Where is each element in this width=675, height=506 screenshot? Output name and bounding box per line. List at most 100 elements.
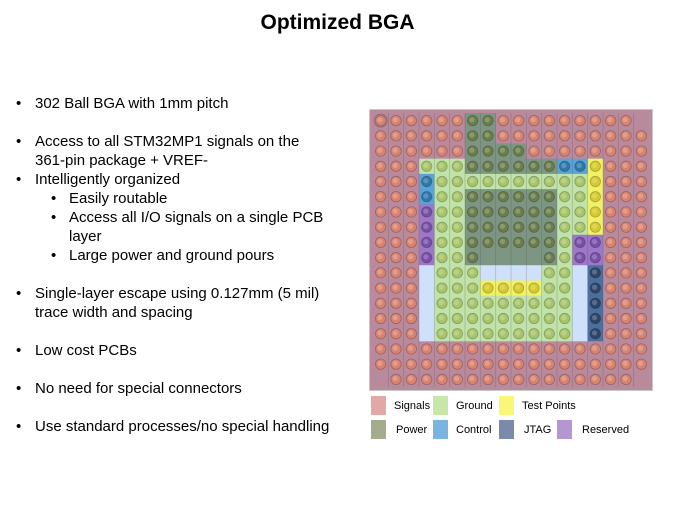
bga-ball-highlight — [637, 238, 644, 245]
bga-ball-highlight — [622, 132, 628, 138]
bga-ball-highlight — [469, 238, 475, 245]
bga-ball-highlight — [622, 375, 628, 382]
bga-ball-highlight — [392, 360, 398, 366]
bga-ball-highlight — [545, 254, 552, 260]
bga-ball-highlight — [561, 208, 567, 214]
bga-ball-highlight — [591, 315, 598, 321]
bullet-dot-icon: • — [16, 418, 22, 435]
bga-ball-highlight — [499, 315, 506, 321]
bga-ball-highlight — [453, 299, 460, 306]
bga-ball-highlight — [499, 208, 506, 214]
bga-ball-highlight — [438, 193, 444, 199]
bga-ball-highlight — [377, 254, 383, 260]
bga-ball-highlight — [484, 208, 490, 214]
bga-ball-highlight — [591, 360, 598, 366]
bga-ball-highlight — [637, 284, 644, 290]
bullet-dot-icon: • — [51, 209, 57, 226]
bga-ball-highlight — [484, 315, 490, 321]
bga-ball-highlight — [607, 315, 613, 321]
bga-ball-highlight — [453, 360, 460, 366]
bullet-dot-icon: • — [16, 95, 22, 112]
bga-ball-highlight — [377, 223, 383, 229]
bga-ball-highlight — [561, 223, 567, 229]
bullet-text: Access to all STM32MP1 signals on the — [35, 133, 300, 150]
bga-ball-highlight — [453, 178, 460, 184]
bga-ball-highlight — [545, 299, 552, 306]
bga-cell-empty-unused-area- — [526, 265, 543, 281]
bullet-item: • No need for special connectors — [16, 379, 361, 398]
bga-ball-highlight — [561, 254, 567, 260]
bga-ball-highlight — [607, 360, 613, 366]
bga-ball-highlight — [392, 284, 398, 290]
bga-ball-highlight — [515, 132, 521, 138]
bga-ball-highlight — [545, 345, 552, 351]
bullet-text: No need for special connectors — [35, 380, 242, 397]
slide-title: Optimized BGA — [260, 11, 415, 34]
legend-swatch — [433, 396, 448, 415]
sub-bullet-item: • Access all I/O signals on a single PCB — [16, 208, 361, 227]
bga-cell-empty-unused-area- — [419, 295, 435, 312]
bullet-item: • Low cost PCBs — [16, 341, 361, 360]
bga-ball-highlight — [561, 238, 567, 245]
bga-ball-highlight — [576, 178, 582, 184]
bullet-text: Access all I/O signals on a single PCB — [69, 209, 324, 226]
bga-ball-highlight — [576, 345, 582, 351]
bullet-spacer — [16, 265, 361, 284]
bga-ball-highlight — [407, 193, 414, 199]
bga-cell-no-ball — [633, 113, 650, 129]
bga-ball-highlight — [591, 147, 598, 153]
bga-ball-highlight — [561, 299, 567, 306]
bga-ball-highlight — [407, 330, 414, 336]
bga-ball-highlight — [591, 162, 598, 169]
bga-ball-highlight — [438, 299, 444, 306]
bga-ball-highlight — [545, 269, 552, 275]
bga-ball-highlight — [407, 299, 414, 306]
bga-ball-highlight — [407, 147, 414, 153]
bga-ball-highlight — [407, 238, 414, 245]
bga-ball-highlight — [392, 162, 398, 169]
bga-ball-highlight — [407, 269, 414, 275]
bga-ball-highlight — [515, 223, 521, 229]
bga-cell-empty-unused-area- — [572, 310, 589, 327]
bga-ball-highlight — [591, 193, 598, 199]
bullet-text: layer — [69, 228, 102, 245]
bga-ball-highlight — [469, 284, 475, 290]
bga-ball-highlight — [591, 117, 598, 123]
bga-ball-highlight — [377, 208, 383, 214]
bullet-dot-icon: • — [16, 133, 22, 150]
bga-ball-highlight — [469, 299, 475, 306]
bga-ball-highlight — [591, 254, 598, 260]
bga-ball-highlight — [377, 330, 383, 336]
bga-cell-empty-unused-area- — [419, 326, 435, 342]
bga-ball-highlight — [637, 269, 644, 275]
bga-ballout-diagram — [369, 109, 653, 391]
legend-item-control: Control — [433, 420, 491, 439]
bga-ball-highlight — [377, 238, 383, 245]
bullet-spacer — [16, 113, 361, 132]
bga-ball-highlight — [484, 284, 490, 290]
bga-ball-highlight — [469, 330, 475, 336]
bga-ball-highlight — [607, 208, 613, 214]
bga-ball-highlight — [438, 254, 444, 260]
bga-ball-highlight — [545, 193, 552, 199]
bga-ball-highlight — [423, 147, 429, 153]
bga-ball-highlight — [392, 345, 398, 351]
bga-cell-empty-unused-area- — [572, 280, 589, 297]
bga-ball-highlight — [515, 147, 521, 153]
bga-ball-highlight — [576, 132, 582, 138]
bga-ball-highlight — [545, 147, 552, 153]
bga-ball-highlight — [515, 117, 521, 123]
bga-ball-highlight — [438, 315, 444, 321]
bga-ball-highlight — [576, 375, 582, 382]
bga-ball-highlight — [453, 193, 460, 199]
bga-ball-highlight — [576, 117, 582, 123]
bullet-dot-icon: • — [16, 342, 22, 359]
legend-label: Ground — [456, 399, 493, 412]
bga-ball-highlight — [484, 345, 490, 351]
bga-cell-no-ball-power-pour- — [480, 250, 497, 266]
bullet-text: Use standard processes/no special handli… — [35, 418, 330, 435]
bga-ball-highlight — [469, 132, 475, 138]
bga-ball-highlight — [622, 178, 628, 184]
bga-ball-highlight — [637, 178, 644, 184]
bga-ball-highlight — [438, 375, 444, 382]
